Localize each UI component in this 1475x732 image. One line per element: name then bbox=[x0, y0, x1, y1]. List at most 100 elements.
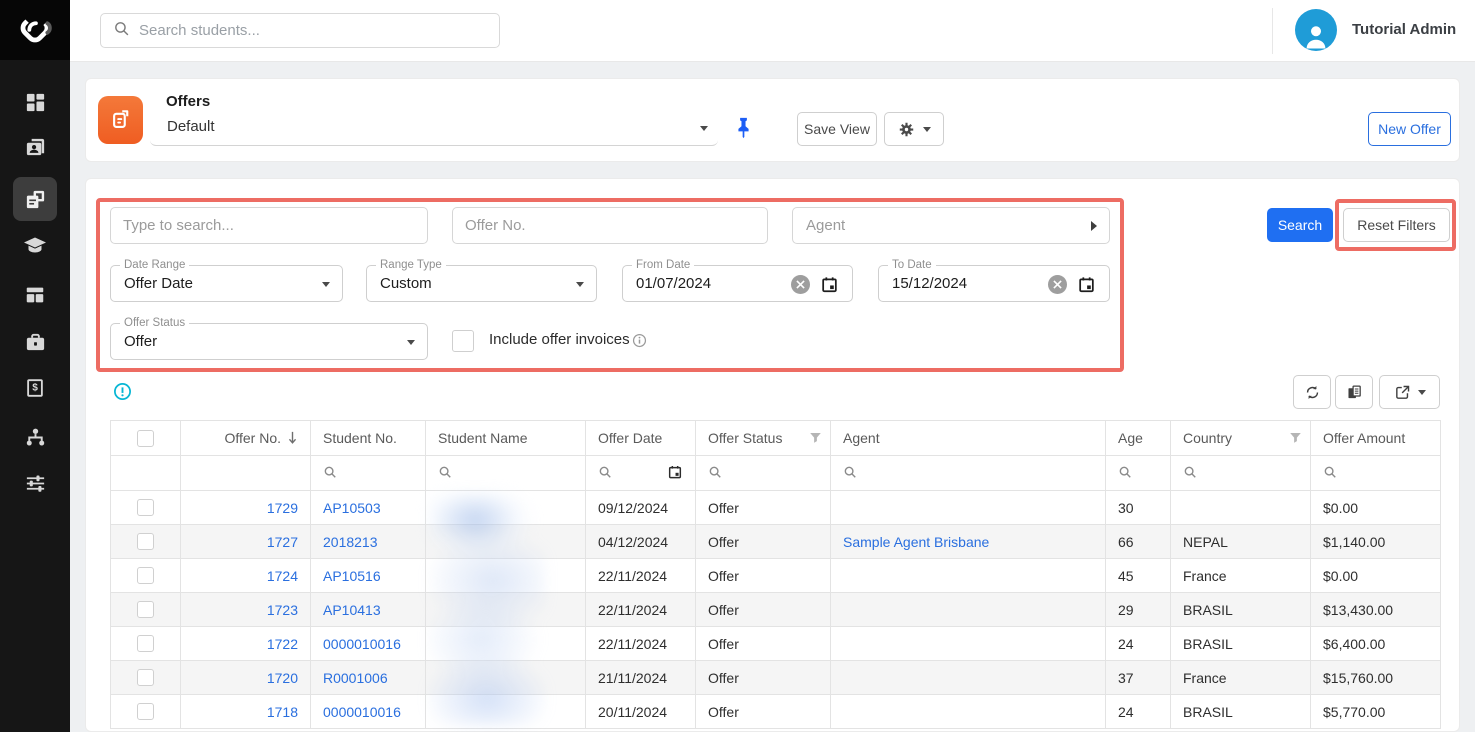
to-date-field[interactable]: To Date 15/12/2024 bbox=[878, 265, 1110, 302]
filter-cell-offer-amount[interactable] bbox=[1311, 456, 1441, 491]
sidebar-item-dashboard[interactable] bbox=[13, 80, 57, 124]
sidebar-item-courses[interactable] bbox=[13, 223, 57, 267]
offer-no-link[interactable]: 1718 bbox=[267, 704, 298, 720]
quick-search-input[interactable] bbox=[110, 207, 428, 244]
sidebar-item-agents[interactable] bbox=[13, 415, 57, 459]
offer-no-link[interactable]: 1727 bbox=[267, 534, 298, 550]
offer-date-cell: 09/12/2024 bbox=[586, 491, 696, 525]
filter-cell-offer-no[interactable] bbox=[181, 456, 311, 491]
calendar-icon[interactable] bbox=[667, 464, 683, 483]
filter-funnel-icon[interactable] bbox=[1289, 431, 1302, 447]
sidebar-item-settings[interactable] bbox=[13, 461, 57, 505]
filter-funnel-icon[interactable] bbox=[809, 431, 822, 447]
filter-cell-student-name[interactable] bbox=[426, 456, 586, 491]
offer-no-link[interactable]: 1720 bbox=[267, 670, 298, 686]
offer-no-link[interactable]: 1723 bbox=[267, 602, 298, 618]
avatar[interactable] bbox=[1295, 9, 1337, 51]
search-icon[interactable] bbox=[598, 465, 612, 482]
row-checkbox[interactable] bbox=[137, 669, 154, 686]
calendar-icon[interactable] bbox=[820, 275, 840, 295]
search-icon[interactable] bbox=[1323, 466, 1337, 482]
sidebar-item-classes[interactable] bbox=[13, 273, 57, 317]
filter-cell-student-no[interactable] bbox=[311, 456, 426, 491]
view-settings-button[interactable] bbox=[884, 112, 944, 146]
search-icon[interactable] bbox=[438, 466, 452, 482]
filter-cell-agent[interactable] bbox=[831, 456, 1106, 491]
from-date-field[interactable]: From Date 01/07/2024 bbox=[622, 265, 853, 302]
student-no-link[interactable]: AP10413 bbox=[323, 602, 381, 618]
students-icon bbox=[24, 136, 47, 159]
clear-icon[interactable] bbox=[1048, 275, 1067, 294]
country-cell: France bbox=[1171, 661, 1311, 695]
refresh-button[interactable] bbox=[1293, 375, 1331, 409]
user-name[interactable]: Tutorial Admin bbox=[1352, 21, 1456, 38]
student-name-cell bbox=[426, 661, 586, 695]
col-offer-date[interactable]: Offer Date bbox=[586, 421, 696, 456]
col-offer-amount[interactable]: Offer Amount bbox=[1311, 421, 1441, 456]
app-logo[interactable] bbox=[0, 0, 70, 60]
search-button[interactable]: Search bbox=[1267, 208, 1333, 242]
offer-no-input[interactable] bbox=[452, 207, 768, 244]
filter-cell-age[interactable] bbox=[1106, 456, 1171, 491]
search-icon[interactable] bbox=[708, 466, 722, 482]
sidebar-item-students[interactable] bbox=[13, 125, 57, 169]
offer-status-select[interactable]: Offer Status Offer bbox=[110, 323, 428, 360]
search-icon[interactable] bbox=[1118, 466, 1132, 482]
range-type-select[interactable]: Range Type Custom bbox=[366, 265, 597, 302]
row-checkbox[interactable] bbox=[137, 601, 154, 618]
age-cell: 24 bbox=[1106, 627, 1171, 661]
sidebar-item-services[interactable] bbox=[13, 320, 57, 364]
student-name-cell bbox=[426, 695, 586, 729]
col-student-name[interactable]: Student Name bbox=[426, 421, 586, 456]
filter-cell-country[interactable] bbox=[1171, 456, 1311, 491]
clear-icon[interactable] bbox=[791, 275, 810, 294]
student-no-link[interactable]: AP10503 bbox=[323, 500, 381, 516]
search-icon[interactable] bbox=[323, 466, 337, 482]
row-checkbox[interactable] bbox=[137, 499, 154, 516]
chevron-right-icon bbox=[1091, 221, 1097, 231]
new-offer-button[interactable]: New Offer bbox=[1368, 112, 1451, 146]
col-agent[interactable]: Agent bbox=[831, 421, 1106, 456]
include-offer-invoices-label: Include offer invoices bbox=[489, 331, 630, 348]
student-no-link[interactable]: 2018213 bbox=[323, 534, 378, 550]
search-icon[interactable] bbox=[1183, 466, 1197, 482]
search-students-input[interactable] bbox=[139, 22, 487, 39]
agent-dropdown[interactable]: Agent bbox=[792, 207, 1110, 244]
info-tooltip-icon[interactable] bbox=[632, 333, 647, 353]
row-checkbox[interactable] bbox=[137, 533, 154, 550]
include-offer-invoices-checkbox[interactable] bbox=[452, 330, 474, 352]
col-student-no[interactable]: Student No. bbox=[311, 421, 426, 456]
save-view-button[interactable]: Save View bbox=[797, 112, 877, 146]
calendar-icon[interactable] bbox=[1077, 275, 1097, 295]
date-range-select[interactable]: Date Range Offer Date bbox=[110, 265, 343, 302]
student-no-link[interactable]: AP10516 bbox=[323, 568, 381, 584]
export-button[interactable] bbox=[1379, 375, 1440, 409]
col-country[interactable]: Country bbox=[1171, 421, 1311, 456]
col-offer-status[interactable]: Offer Status bbox=[696, 421, 831, 456]
sidebar-item-offers[interactable] bbox=[13, 177, 57, 221]
row-checkbox[interactable] bbox=[137, 567, 154, 584]
filter-cell-offer-date[interactable] bbox=[586, 456, 696, 491]
alert-info-icon[interactable] bbox=[113, 382, 132, 401]
col-offer-no[interactable]: Offer No. bbox=[181, 421, 311, 456]
offer-no-link[interactable]: 1722 bbox=[267, 636, 298, 652]
column-chooser-button[interactable] bbox=[1335, 375, 1373, 409]
offer-no-link[interactable]: 1729 bbox=[267, 500, 298, 516]
sidebar-item-invoices[interactable]: $ bbox=[13, 366, 57, 410]
pin-view-button[interactable] bbox=[730, 114, 756, 142]
page-title: Offers bbox=[166, 93, 210, 110]
agent-link[interactable]: Sample Agent Brisbane bbox=[843, 534, 989, 550]
row-checkbox[interactable] bbox=[137, 703, 154, 720]
offer-no-link[interactable]: 1724 bbox=[267, 568, 298, 584]
view-selector[interactable]: Default bbox=[150, 112, 718, 146]
search-icon[interactable] bbox=[843, 466, 857, 482]
student-no-link[interactable]: 0000010016 bbox=[323, 704, 401, 720]
offer-amount-cell: $0.00 bbox=[1311, 559, 1441, 593]
col-age[interactable]: Age bbox=[1106, 421, 1171, 456]
filter-cell-offer-status[interactable] bbox=[696, 456, 831, 491]
row-checkbox[interactable] bbox=[137, 635, 154, 652]
select-all-checkbox[interactable] bbox=[137, 430, 154, 447]
reset-filters-button[interactable]: Reset Filters bbox=[1343, 208, 1450, 242]
student-no-link[interactable]: 0000010016 bbox=[323, 636, 401, 652]
student-no-link[interactable]: R0001006 bbox=[323, 670, 388, 686]
